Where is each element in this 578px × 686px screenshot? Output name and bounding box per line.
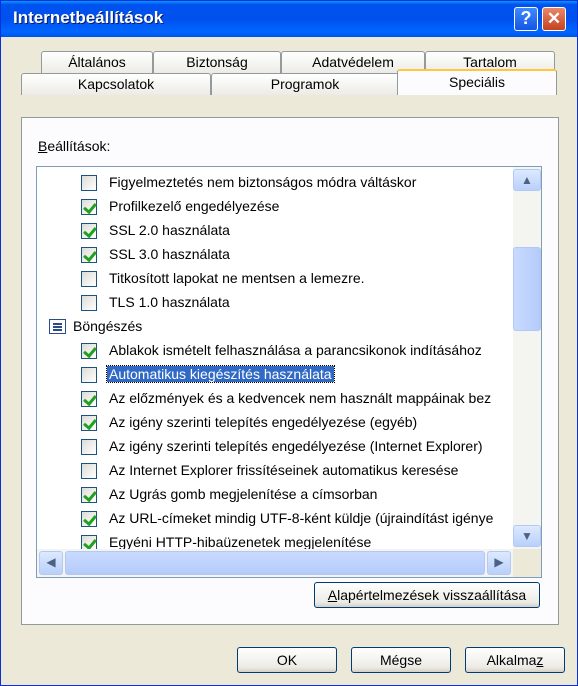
vertical-scrollbar[interactable]: ▲ ▼ (513, 167, 541, 549)
setting-checkbox[interactable] (81, 343, 97, 359)
tab-strip: Általános Biztonság Adatvédelem Tartalom… (21, 51, 557, 119)
close-button[interactable]: ✕ (542, 7, 566, 31)
setting-row[interactable]: Az igény szerinti telepítés engedélyezés… (37, 435, 513, 459)
setting-row[interactable]: Profilkezelő engedélyezése (37, 195, 513, 219)
ok-button[interactable]: OK (237, 647, 337, 673)
scroll-corner (513, 549, 541, 577)
setting-checkbox[interactable] (81, 247, 97, 263)
setting-label: Ablakok ismételt felhasználása a parancs… (109, 342, 482, 358)
setting-row[interactable]: Az előzmények és a kedvencek nem használ… (37, 387, 513, 411)
window-title: Internetbeállítások (13, 8, 164, 27)
setting-checkbox[interactable] (81, 199, 97, 215)
setting-checkbox[interactable] (81, 295, 97, 311)
setting-row[interactable]: SSL 2.0 használata (37, 219, 513, 243)
restore-accesskey: A (327, 587, 338, 603)
scroll-down-button[interactable]: ▼ (513, 525, 541, 547)
setting-label: Az Ugrás gomb megjelenítése a címsorban (109, 486, 378, 502)
vertical-scroll-thumb[interactable] (513, 247, 541, 331)
setting-row[interactable]: Automatikus kiegészítés használata (37, 363, 513, 387)
setting-row[interactable]: Az URL-címeket mindig UTF-8-ként küldje … (37, 507, 513, 531)
category-row[interactable]: Böngészés (37, 315, 513, 339)
tab-advanced[interactable]: Speciális (397, 69, 557, 95)
setting-label: Az Internet Explorer frissítéseinek auto… (109, 462, 459, 478)
setting-label: SSL 3.0 használata (109, 246, 230, 262)
setting-label: Az igény szerinti telepítés engedélyezés… (109, 438, 483, 454)
settings-label-accesskey: B (38, 138, 48, 154)
settings-label-text: eállítások: (47, 138, 111, 154)
internet-options-dialog: Internetbeállítások ? ✕ Általános Bizton… (0, 0, 578, 686)
apply-button[interactable]: Alkalmaz (465, 647, 565, 673)
setting-label: Egyéni HTTP-hibaüzenetek megjelenítése (109, 534, 372, 549)
setting-label: TLS 1.0 használata (109, 294, 230, 310)
setting-row[interactable]: Az Ugrás gomb megjelenítése a címsorban (37, 483, 513, 507)
scroll-right-button[interactable]: ▶ (487, 551, 511, 575)
setting-label: Az URL-címeket mindig UTF-8-ként küldje … (109, 510, 494, 526)
setting-checkbox[interactable] (81, 271, 97, 287)
setting-checkbox[interactable] (81, 463, 97, 479)
setting-checkbox[interactable] (81, 175, 97, 191)
cancel-button[interactable]: Mégse (351, 647, 451, 673)
setting-label: Titkosított lapokat ne mentsen a lemezre… (109, 270, 365, 286)
setting-row[interactable]: SSL 3.0 használata (37, 243, 513, 267)
setting-row[interactable]: Figyelmeztetés nem biztonságos módra vál… (37, 171, 513, 195)
restore-label: lapértelmezések visszaállítása (337, 587, 527, 603)
setting-checkbox[interactable] (81, 511, 97, 527)
setting-label: Profilkezelő engedélyezése (109, 198, 280, 214)
setting-checkbox[interactable] (81, 439, 97, 455)
setting-checkbox[interactable] (81, 223, 97, 239)
setting-row[interactable]: Az Internet Explorer frissítéseinek auto… (37, 459, 513, 483)
list-category-icon (49, 319, 66, 334)
setting-checkbox[interactable] (81, 535, 97, 549)
setting-checkbox[interactable] (81, 367, 97, 383)
category-label: Böngészés (73, 318, 143, 334)
setting-checkbox[interactable] (81, 391, 97, 407)
setting-row[interactable]: TLS 1.0 használata (37, 291, 513, 315)
setting-label: Az igény szerinti telepítés engedélyezés… (109, 414, 418, 430)
scroll-left-button[interactable]: ◀ (39, 551, 63, 575)
setting-label: Figyelmeztetés nem biztonságos módra vál… (109, 174, 417, 190)
title-bar[interactable]: Internetbeállítások ? ✕ (1, 1, 577, 37)
restore-defaults-button[interactable]: Alapértelmezések visszaállítása (314, 582, 540, 608)
help-button[interactable]: ? (514, 7, 538, 31)
settings-label: Beállítások: (38, 138, 110, 154)
horizontal-scroll-thumb[interactable] (65, 551, 485, 575)
apply-accesskey: z (536, 652, 544, 668)
setting-row[interactable]: Ablakok ismételt felhasználása a parancs… (37, 339, 513, 363)
setting-label: Az előzmények és a kedvencek nem használ… (109, 390, 492, 406)
setting-checkbox[interactable] (81, 415, 97, 431)
advanced-panel: Beállítások: Figyelmeztetés nem biztonsá… (21, 117, 559, 625)
scroll-up-button[interactable]: ▲ (513, 169, 541, 191)
setting-row[interactable]: Az igény szerinti telepítés engedélyezés… (37, 411, 513, 435)
tab-security[interactable]: Biztonság (153, 51, 281, 73)
settings-list: Figyelmeztetés nem biztonságos módra vál… (37, 167, 513, 549)
setting-checkbox[interactable] (81, 487, 97, 503)
tab-programs[interactable]: Programok (211, 73, 399, 95)
tab-connections[interactable]: Kapcsolatok (21, 73, 211, 95)
setting-row[interactable]: Egyéni HTTP-hibaüzenetek megjelenítése (37, 531, 513, 549)
setting-label: Automatikus kiegészítés használata (106, 365, 335, 383)
horizontal-scrollbar[interactable]: ◀ ▶ (37, 549, 513, 577)
settings-listbox[interactable]: Figyelmeztetés nem biztonságos módra vál… (36, 166, 542, 578)
apply-label: Alkalma (486, 652, 537, 668)
tab-general[interactable]: Általános (41, 51, 153, 73)
setting-row[interactable]: Titkosított lapokat ne mentsen a lemezre… (37, 267, 513, 291)
setting-label: SSL 2.0 használata (109, 222, 230, 238)
